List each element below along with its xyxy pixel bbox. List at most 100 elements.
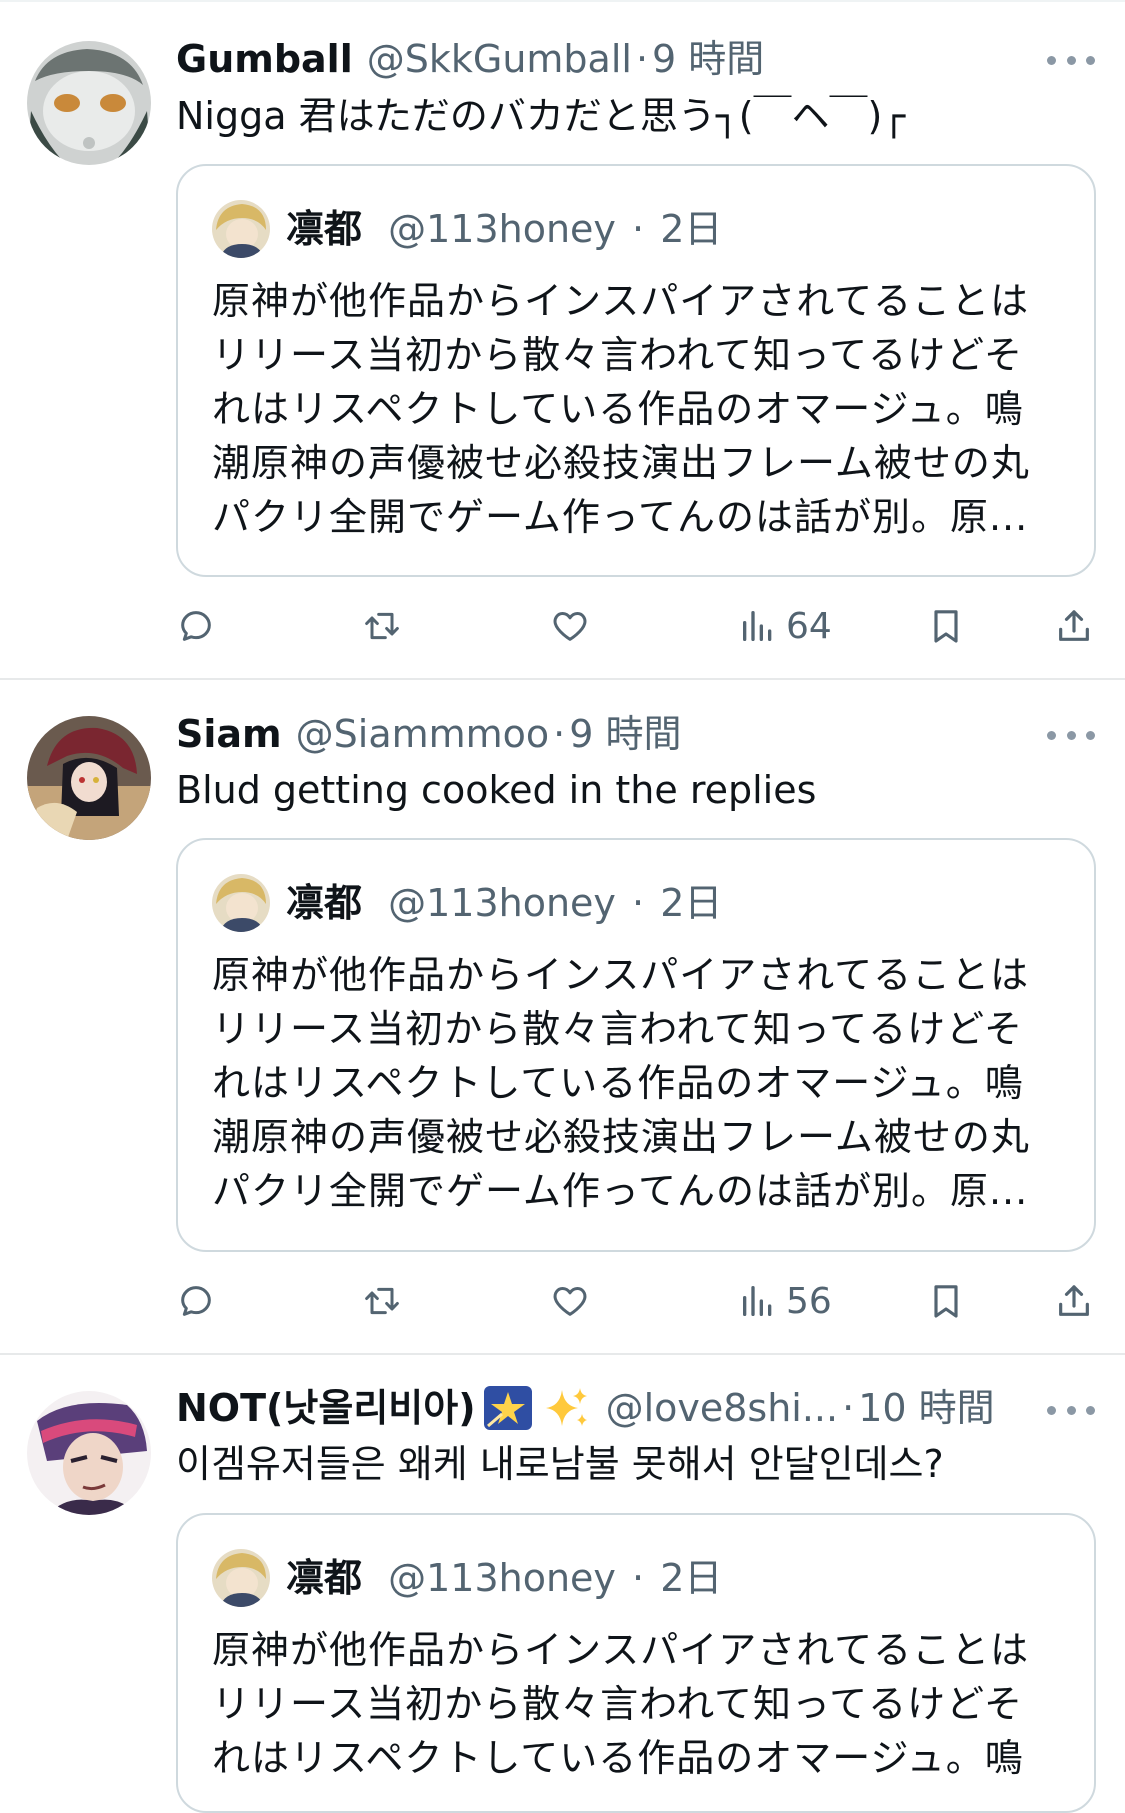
heart-icon [553, 612, 587, 641]
tweet-header: Gumball @SkkGumball · 9 時間 [176, 31, 1026, 87]
separator-dot: · [842, 1386, 855, 1430]
quoted-display-name: 凛都 [286, 207, 363, 251]
views-icon [743, 1286, 772, 1316]
quoted-text-line: リリース当初から散々言われて知ってるけどそ [212, 333, 1024, 377]
reply-icon [181, 1286, 211, 1316]
share-icon [1059, 610, 1089, 641]
retweet-icon [365, 612, 399, 640]
quoted-text: 原神が他作品からインスパイアされてることは リリース当初から散々言われて知ってる… [212, 1623, 1062, 1785]
user-avatar-image [27, 716, 151, 840]
quote-tweet[interactable]: 凛都 @113honey · 2日 原神が他作品からインスパイアされてることは … [176, 1513, 1096, 1813]
view-count: 56 [786, 1280, 832, 1322]
quoted-display-name: 凛都 [286, 1556, 363, 1600]
quote-tweet[interactable]: 凛都 @113honey · 2日 原神が他作品からインスパイアされてることは … [176, 164, 1096, 577]
sparkles-emoji [545, 1388, 587, 1426]
quoted-handle: @113honey [388, 881, 616, 925]
top-divider [0, 0, 1125, 2]
like-button[interactable] [550, 1271, 590, 1331]
separator-dot: · [553, 712, 566, 756]
retweet-button[interactable] [362, 1271, 402, 1331]
quoted-text-line: れはリスペクトしている作品のオマージュ。鳴 [212, 387, 1024, 431]
separator-dot: · [632, 881, 645, 925]
views-icon [743, 611, 772, 641]
quoted-avatar[interactable] [212, 874, 270, 932]
quoted-handle: @113honey [388, 1556, 616, 1600]
reply-button[interactable] [176, 1271, 216, 1331]
quoted-avatar-image [212, 874, 270, 932]
separator-dot: · [632, 1556, 645, 1600]
action-bar: 64 [176, 596, 1096, 656]
tweet-header: Siam @Siammmoo · 9 時間 [176, 706, 1026, 762]
avatar[interactable] [27, 41, 151, 165]
user-avatar-image [27, 41, 151, 165]
quoted-text-line: パクリ全開でゲーム作ってんのは話が別。原... [212, 495, 1029, 539]
quoted-avatar[interactable] [212, 200, 270, 258]
night-sky-star-emoji [483, 1386, 532, 1430]
action-bar: 56 [176, 1271, 1096, 1331]
share-icon [1059, 1285, 1089, 1316]
quoted-text-line: 原神が他作品からインスパイアされてることは [212, 1628, 1030, 1672]
bookmark-button[interactable] [926, 1271, 966, 1331]
like-button[interactable] [550, 596, 590, 656]
quoted-avatar[interactable] [212, 1549, 270, 1607]
quoted-text-line: パクリ全開でゲーム作ってんのは話が別。原... [212, 1169, 1029, 1213]
quoted-text-line: れはリスペクトしている作品のオマージュ。鳴 [212, 1061, 1024, 1105]
user-handle[interactable]: @SkkGumball [367, 31, 632, 87]
quoted-avatar-image [212, 200, 270, 258]
quoted-text-line: リリース当初から散々言われて知ってるけどそ [212, 1007, 1024, 1051]
display-name[interactable]: NOT(낫올리비아) [176, 1380, 476, 1436]
bookmark-icon [934, 610, 958, 643]
user-avatar-image [27, 1391, 151, 1515]
quoted-text-line: 潮原神の声優被せ必殺技演出フレーム被せの丸 [212, 441, 1030, 485]
avatar[interactable] [27, 1391, 151, 1515]
timestamp[interactable]: 9 時間 [652, 31, 764, 87]
retweet-icon [365, 1287, 399, 1315]
quoted-text: 原神が他作品からインスパイアされてることは リリース当初から散々言われて知ってる… [212, 274, 1062, 544]
tweet-divider [0, 1353, 1125, 1355]
reply-icon [181, 611, 211, 641]
retweet-button[interactable] [362, 596, 402, 656]
quoted-text-line: リリース当初から散々言われて知ってるけどそ [212, 1682, 1024, 1726]
more-icon[interactable] [1047, 1400, 1095, 1420]
quoted-header: 凛都 @113honey · 2日 [286, 875, 722, 931]
quoted-text-line: 原神が他作品からインスパイアされてることは [212, 279, 1030, 323]
quoted-text: 原神が他作品からインスパイアされてることは リリース当初から散々言われて知ってる… [212, 948, 1062, 1218]
tweet-text: Nigga 君はただのバカだと思う┐(￣ヘ￣)┌ [176, 94, 906, 138]
tweet-divider [0, 678, 1125, 680]
view-count: 64 [786, 605, 832, 647]
quoted-header: 凛都 @113honey · 2日 [286, 1550, 722, 1606]
separator-dot: · [635, 37, 649, 81]
quote-tweet[interactable]: 凛都 @113honey · 2日 原神が他作品からインスパイアされてることは … [176, 838, 1096, 1252]
quoted-timestamp: 2日 [660, 207, 723, 251]
more-icon[interactable] [1047, 725, 1095, 745]
quoted-timestamp: 2日 [660, 1556, 723, 1600]
quoted-timestamp: 2日 [660, 881, 723, 925]
timestamp[interactable]: 9 時間 [569, 706, 681, 762]
timestamp[interactable]: 10 時間 [858, 1380, 994, 1436]
user-handle[interactable]: @Siammmoo [296, 706, 550, 762]
avatar[interactable] [27, 716, 151, 840]
heart-icon [553, 1287, 587, 1316]
reply-button[interactable] [176, 596, 216, 656]
quoted-handle: @113honey [388, 207, 616, 251]
views-button[interactable]: 56 [738, 1271, 832, 1331]
quoted-display-name: 凛都 [286, 881, 363, 925]
quoted-header: 凛都 @113honey · 2日 [286, 201, 722, 257]
quoted-avatar-image [212, 1549, 270, 1607]
quoted-text-line: れはリスペクトしている作品のオマージュ。鳴 [212, 1736, 1024, 1780]
tweet-text: 이겜유저들은 왜케 내로남불 못해서 안달인데스? [176, 1442, 944, 1486]
user-handle[interactable]: @love8shi... [606, 1380, 839, 1436]
share-button[interactable] [1054, 596, 1094, 656]
display-name[interactable]: Siam [176, 706, 282, 762]
share-button[interactable] [1054, 1271, 1094, 1331]
more-icon[interactable] [1047, 50, 1095, 70]
display-name[interactable]: Gumball [176, 31, 353, 87]
bookmark-button[interactable] [926, 596, 966, 656]
quoted-text-line: 潮原神の声優被せ必殺技演出フレーム被せの丸 [212, 1115, 1030, 1159]
bookmark-icon [934, 1285, 958, 1318]
separator-dot: · [632, 207, 645, 251]
tweet-text: Blud getting cooked in the replies [176, 768, 817, 812]
quoted-text-line: 原神が他作品からインスパイアされてることは [212, 953, 1030, 997]
tweet-header: NOT(낫올리비아) @love8shi... · 10 時間 [176, 1380, 1026, 1436]
views-button[interactable]: 64 [738, 596, 832, 656]
